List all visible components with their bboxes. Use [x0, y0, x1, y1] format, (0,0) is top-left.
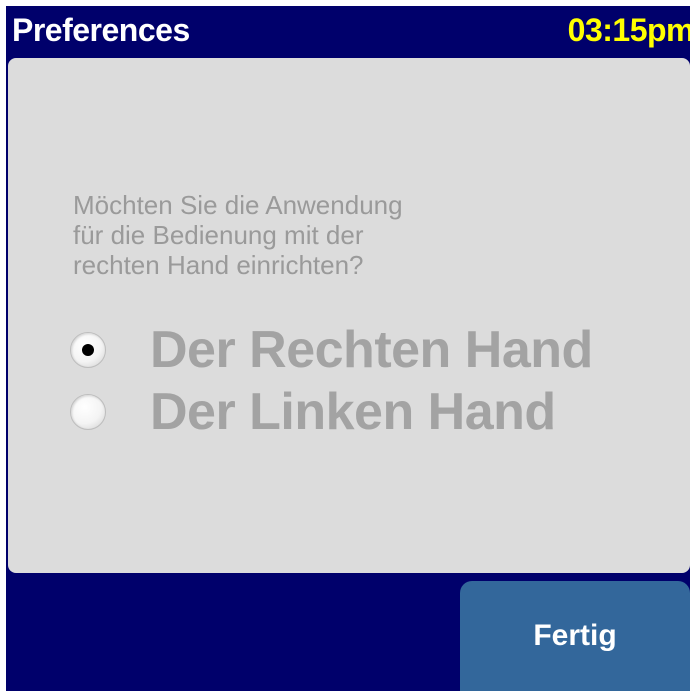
option-left-hand[interactable]: Der Linken Hand: [70, 382, 556, 442]
right-hand-radio[interactable]: [70, 332, 106, 368]
app-window: Preferences 03:15pm Möchten Sie die Anwe…: [6, 6, 690, 691]
left-hand-radio[interactable]: [70, 394, 106, 430]
radio-selected-dot: [82, 344, 94, 356]
window-title: Preferences: [12, 12, 190, 48]
option-right-hand[interactable]: Der Rechten Hand: [70, 320, 593, 380]
question-line-2: für die Bedienung mit der: [73, 220, 364, 250]
title-bar: Preferences 03:15pm: [6, 6, 690, 56]
done-button[interactable]: Fertig: [460, 581, 690, 691]
content-panel: Möchten Sie die Anwendung für die Bedien…: [8, 58, 690, 573]
done-button-label[interactable]: Fertig: [533, 619, 616, 653]
handedness-question: Möchten Sie die Anwendung für die Bedien…: [73, 190, 573, 280]
question-line-3: rechten Hand einrichten?: [73, 250, 364, 280]
clock-time: 03:15pm: [567, 12, 690, 48]
right-hand-label[interactable]: Der Rechten Hand: [150, 320, 593, 380]
question-line-1: Möchten Sie die Anwendung: [73, 190, 403, 220]
left-hand-label[interactable]: Der Linken Hand: [150, 382, 556, 442]
